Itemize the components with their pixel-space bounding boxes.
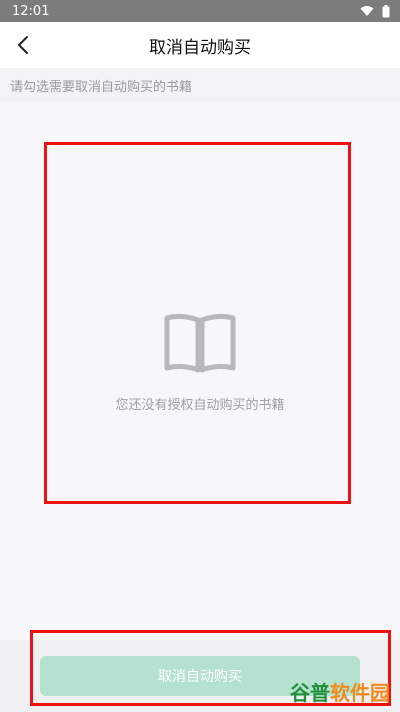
status-bar: 12:01 — [0, 0, 400, 22]
watermark-part-2: 软件园 — [330, 681, 390, 705]
watermark-part-1: 谷普 — [290, 681, 330, 705]
watermark-logo: 谷普 软件园 — [290, 677, 390, 706]
page-title: 取消自动购买 — [149, 37, 251, 58]
content-area: 您还没有授权自动购买的书籍 — [0, 102, 400, 640]
hint-text: 请勾选需要取消自动购买的书籍 — [0, 68, 400, 102]
chevron-left-icon — [18, 36, 28, 54]
open-book-icon — [164, 313, 236, 373]
empty-state-message: 您还没有授权自动购买的书籍 — [115, 398, 285, 413]
wifi-icon — [360, 6, 374, 16]
back-button[interactable] — [8, 30, 38, 60]
empty-state: 您还没有授权自动购买的书籍 — [0, 312, 400, 413]
status-time: 12:01 — [12, 3, 50, 19]
status-icons — [360, 4, 390, 18]
battery-icon — [382, 4, 390, 17]
nav-bar: 取消自动购买 — [0, 22, 400, 68]
